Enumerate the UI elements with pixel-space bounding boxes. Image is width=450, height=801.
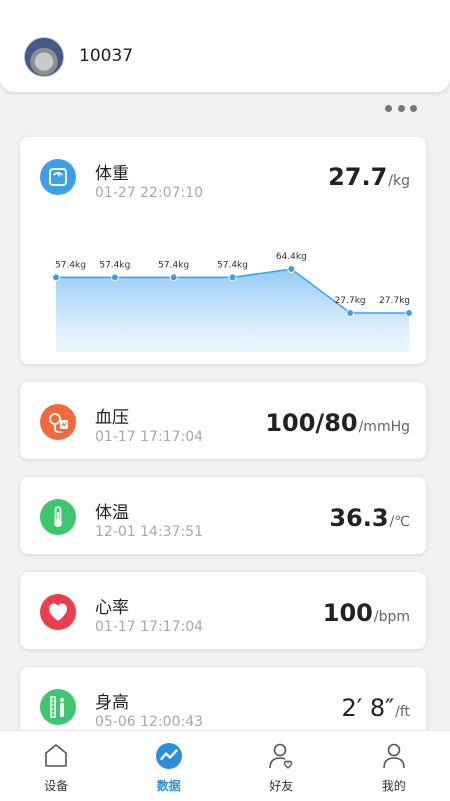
bottom-tab-bar: 设备 数据 好友 我的 xyxy=(0,730,450,801)
blood-pressure-icon xyxy=(40,404,76,440)
heart-rate-value-group: 100 /bpm xyxy=(323,599,410,627)
heart-rate-title: 心率 xyxy=(95,593,129,618)
weight-time: 01-27 22:07:10 xyxy=(95,185,203,201)
tab-device-label: 设备 xyxy=(0,777,113,794)
temperature-unit: /℃ xyxy=(390,514,410,530)
height-ruler-icon xyxy=(40,689,76,725)
avatar[interactable] xyxy=(24,37,64,77)
blood-pressure-value: 100/80 xyxy=(265,409,357,437)
temperature-value-group: 36.3 /℃ xyxy=(329,504,410,532)
tab-profile-label: 我的 xyxy=(338,777,450,794)
chart-point[interactable] xyxy=(347,310,354,317)
blood-pressure-time: 01-17 17:17:04 xyxy=(95,429,203,445)
height-title: 身高 xyxy=(95,688,129,713)
blood-pressure-value-group: 100/80 /mmHg xyxy=(265,409,410,437)
temperature-value: 36.3 xyxy=(329,504,388,532)
profile-icon xyxy=(379,741,409,771)
tab-friends[interactable]: 好友 xyxy=(225,731,338,801)
tab-data-label: 数据 xyxy=(113,777,226,794)
device-icon xyxy=(41,741,71,771)
chart-point[interactable] xyxy=(406,310,413,317)
chart-data-label: 57.4kg xyxy=(55,260,86,270)
chart-point[interactable] xyxy=(53,274,60,281)
temperature-card[interactable]: 体温 12-01 14:37:51 36.3 /℃ xyxy=(20,477,426,554)
blood-pressure-card[interactable]: 血压 01-17 17:17:04 100/80 /mmHg xyxy=(20,382,426,459)
chart-point[interactable] xyxy=(111,274,118,281)
weight-trend-chart: 57.4kg 57.4kg 57.4kg 57.4kg 64.4kg 27.7kg 27.7… xyxy=(20,227,426,367)
weight-value-group: 27.7 /kg xyxy=(328,163,410,191)
more-options-icon[interactable] xyxy=(385,100,417,116)
weight-value: 27.7 xyxy=(328,163,387,191)
heart-rate-unit: /bpm xyxy=(374,609,410,625)
chart-point[interactable] xyxy=(288,266,295,273)
height-unit: /ft xyxy=(395,704,410,720)
heart-rate-value: 100 xyxy=(323,599,373,627)
heart-rate-card[interactable]: 心率 01-17 17:17:04 100 /bpm xyxy=(20,572,426,649)
blood-pressure-title: 血压 xyxy=(95,403,129,428)
data-chart-icon xyxy=(154,741,184,771)
height-value-group: 2′ 8″ /ft xyxy=(342,694,410,722)
tab-friends-label: 好友 xyxy=(225,777,338,794)
temperature-title: 体温 xyxy=(95,498,129,523)
tab-profile[interactable]: 我的 xyxy=(338,731,450,801)
username: 10037 xyxy=(79,46,133,66)
heart-icon xyxy=(40,594,76,630)
weight-title: 体重 xyxy=(95,159,129,184)
scale-icon xyxy=(40,159,76,195)
height-value: 2′ 8″ xyxy=(342,694,395,722)
height-time: 05-06 12:00:43 xyxy=(95,714,203,730)
chart-data-label: 27.7kg xyxy=(379,296,410,306)
heart-rate-time: 01-17 17:17:04 xyxy=(95,619,203,635)
chart-data-label: 57.4kg xyxy=(99,260,130,270)
friends-icon xyxy=(266,741,296,771)
chart-data-label: 64.4kg xyxy=(276,252,307,262)
blood-pressure-unit: /mmHg xyxy=(359,419,410,435)
chart-data-label: 57.4kg xyxy=(158,260,189,270)
temperature-time: 12-01 14:37:51 xyxy=(95,524,203,540)
weight-unit: /kg xyxy=(388,173,410,189)
chart-point[interactable] xyxy=(170,274,177,281)
profile-header: 10037 xyxy=(0,0,450,92)
chart-data-label: 27.7kg xyxy=(335,296,366,306)
chart-data-label: 57.4kg xyxy=(217,260,248,270)
tab-device[interactable]: 设备 xyxy=(0,731,113,801)
thermometer-icon xyxy=(40,499,76,535)
chart-point[interactable] xyxy=(229,274,236,281)
tab-data[interactable]: 数据 xyxy=(113,731,226,801)
weight-card[interactable]: 体重 01-27 22:07:10 27.7 /kg 57.4kg57.4kg5… xyxy=(20,137,426,364)
